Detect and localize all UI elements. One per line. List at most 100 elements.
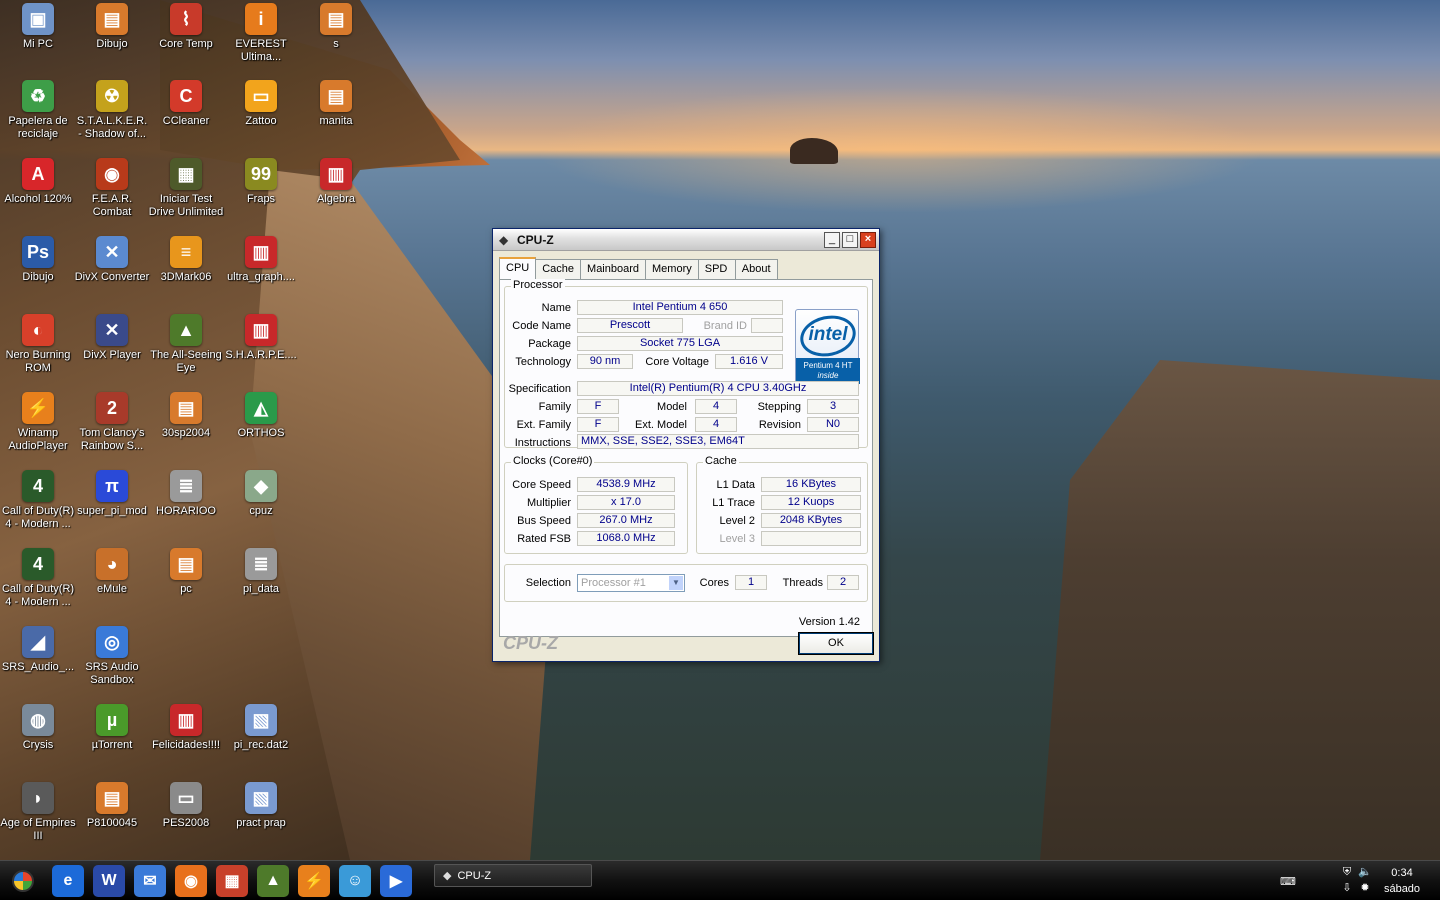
desktop-icon[interactable]: ✕ DivX Converter	[74, 236, 150, 284]
title-bar[interactable]: ◆ CPU-Z _ □ ×	[493, 229, 879, 251]
shortcut-icon: ▥	[170, 704, 202, 736]
desktop-icon-label: s	[333, 38, 339, 50]
desktop-icon[interactable]: ▤ 30sp2004	[148, 392, 224, 440]
shortcut-icon: ◆	[245, 470, 277, 502]
media-player-icon[interactable]: ▶	[380, 865, 412, 897]
maximize-button[interactable]: □	[842, 231, 858, 248]
gear-icon[interactable]: ✹	[1358, 881, 1372, 895]
download-icon[interactable]: ⇩	[1340, 881, 1354, 895]
desktop-icon[interactable]: ▤ P8100045	[74, 782, 150, 830]
ie-icon[interactable]: e	[52, 865, 84, 897]
desktop-icon[interactable]: ▣ Mi PC	[0, 3, 76, 51]
taskbar: e W ✉ ◉ ▦ ▲ ⚡ ☺ ▶ ◆ CPU-Z ⌨ ⛨ 🔈 ⇩ ✹ 0:34 sábado	[0, 860, 1440, 900]
ok-button[interactable]: OK	[798, 632, 874, 655]
desktop-icon[interactable]: ◭ ORTHOS	[223, 392, 299, 440]
chevron-down-icon[interactable]: ▼	[669, 576, 683, 590]
desktop-icon[interactable]: ≣ pi_data	[223, 548, 299, 596]
desktop-icon[interactable]: ▥ Felicidades!!!!	[148, 704, 224, 752]
desktop-icon[interactable]: µ µTorrent	[74, 704, 150, 752]
desktop-icon[interactable]: Ps Dibujo	[0, 236, 76, 284]
desktop-icon[interactable]: ▭ Zattoo	[223, 80, 299, 128]
desktop-icon[interactable]: A Alcohol 120%	[0, 158, 76, 206]
taskbar-item-cpuz[interactable]: ◆ CPU-Z	[434, 864, 592, 887]
desktop-icon[interactable]: ▤ pc	[148, 548, 224, 596]
tab-cpu[interactable]: CPU	[499, 257, 537, 279]
desktop-icon-label: DivX Converter	[74, 271, 150, 283]
cpuz-window[interactable]: ◆ CPU-Z _ □ × CPU Cache Mainboard Memory…	[492, 228, 880, 662]
desktop-icon[interactable]: ▧ pract prap	[223, 782, 299, 830]
minimize-button[interactable]: _	[824, 231, 840, 248]
l1data-label: L1 Data	[716, 479, 755, 491]
brandid-value	[751, 318, 783, 333]
speaker-icon[interactable]: 🔈	[1358, 865, 1372, 879]
tab-spd[interactable]: SPD	[697, 259, 736, 279]
desktop-icon[interactable]: ◍ Crysis	[0, 704, 76, 752]
start-button[interactable]	[6, 867, 40, 895]
processor-select[interactable]: Processor #1 ▼	[577, 574, 685, 592]
name-label: Name	[541, 302, 571, 314]
desktop-icon[interactable]: ▤ s	[298, 3, 374, 51]
desktop-icon[interactable]: ◗ Age of Empires III	[0, 782, 76, 843]
revision-label: Revision	[758, 419, 801, 431]
shortcut-icon: 2	[96, 392, 128, 424]
clock[interactable]: 0:34 sábado	[1374, 865, 1430, 897]
messenger-icon[interactable]: ☺	[339, 865, 371, 897]
desktop-icon[interactable]: ◎ SRS Audio Sandbox	[74, 626, 150, 687]
desktop-icon[interactable]: ◉ F.E.A.R. Combat	[74, 158, 150, 219]
desktop-icon[interactable]: 4 Call of Duty(R) 4 - Modern ...	[0, 548, 76, 609]
desktop-icon-label: ultra_graph....	[227, 271, 295, 283]
desktop-icon[interactable]: C CCleaner	[148, 80, 224, 128]
desktop-icon[interactable]: ≣ HORARIOO	[148, 470, 224, 518]
desktop-icon[interactable]: ▥ ultra_graph....	[223, 236, 299, 284]
desktop-icon[interactable]: ☢ S.T.A.L.K.E.R. - Shadow of...	[74, 80, 150, 141]
desktop-icon[interactable]: ▤ manita	[298, 80, 374, 128]
desktop-icon[interactable]: ▧ pi_rec.dat2	[223, 704, 299, 752]
word-icon[interactable]: W	[93, 865, 125, 897]
winamp-icon[interactable]: ⚡	[298, 865, 330, 897]
desktop-icon[interactable]: ◢ SRS_Audio_...	[0, 626, 76, 674]
desktop-icon-label: Fraps	[246, 193, 276, 205]
desktop-icon[interactable]: ▭ PES2008	[148, 782, 224, 830]
shield-icon[interactable]: ⛨	[1340, 865, 1354, 879]
desktop-icon[interactable]: ◕ eMule	[74, 548, 150, 596]
outlook-icon[interactable]: ✉	[134, 865, 166, 897]
keyboard-icon[interactable]: ⌨	[1280, 875, 1296, 889]
desktop-icon[interactable]: ♻ Papelera de reciclaje	[0, 80, 76, 141]
desktop-icon-label: Nero Burning ROM	[5, 349, 71, 374]
desktop-icon[interactable]: i EVEREST Ultima...	[223, 3, 299, 64]
desktop-icon[interactable]: ▤ Dibujo	[74, 3, 150, 51]
desktop-icon[interactable]: ▲ The All-Seeing Eye	[148, 314, 224, 375]
desktop-icon-label: Alcohol 120%	[4, 193, 72, 205]
app-red-icon[interactable]: ▦	[216, 865, 248, 897]
family-label: Family	[538, 401, 571, 413]
shortcut-icon: ◢	[22, 626, 54, 658]
desktop-icon[interactable]: ✕ DivX Player	[74, 314, 150, 362]
desktop-icon[interactable]: ◐ Nero Burning ROM	[0, 314, 76, 375]
stepping-label: Stepping	[757, 401, 801, 413]
desktop-icon[interactable]: ⚡ Winamp AudioPlayer	[0, 392, 76, 453]
desktop-icon[interactable]: 4 Call of Duty(R) 4 - Modern ...	[0, 470, 76, 531]
desktop-icon[interactable]: ◆ cpuz	[223, 470, 299, 518]
desktop-icon-label: super_pi_mod	[77, 505, 147, 517]
desktop-icon[interactable]: ▥ Algebra	[298, 158, 374, 206]
desktop-icon[interactable]: ▥ S.H.A.R.P.E....	[223, 314, 299, 362]
firefox-icon[interactable]: ◉	[175, 865, 207, 897]
tab-mainboard[interactable]: Mainboard	[580, 259, 647, 279]
close-button[interactable]: ×	[860, 231, 876, 248]
tab-memory[interactable]: Memory	[645, 259, 699, 279]
desktop-icon[interactable]: 99 Fraps	[223, 158, 299, 206]
desktop-icon[interactable]: π super_pi_mod	[74, 470, 150, 518]
voltage-label: Core Voltage	[645, 356, 709, 368]
l1trace-value: 12 Kuops	[761, 495, 861, 510]
desktop-icon[interactable]: ▦ Iniciar Test Drive Unlimited	[148, 158, 224, 219]
desktop-icon[interactable]: ≡ 3DMark06	[148, 236, 224, 284]
all-seeing-eye-icon[interactable]: ▲	[257, 865, 289, 897]
processor-group-title: Processor	[511, 279, 565, 291]
shortcut-icon: Ps	[22, 236, 54, 268]
desktop-icon-label: pi_rec.dat2	[233, 739, 289, 751]
shortcut-icon: µ	[96, 704, 128, 736]
desktop-icon[interactable]: ⌇ Core Temp	[148, 3, 224, 51]
desktop-icon[interactable]: 2 Tom Clancy's Rainbow S...	[74, 392, 150, 453]
tab-cache[interactable]: Cache	[535, 259, 582, 279]
tab-about[interactable]: About	[734, 259, 778, 279]
